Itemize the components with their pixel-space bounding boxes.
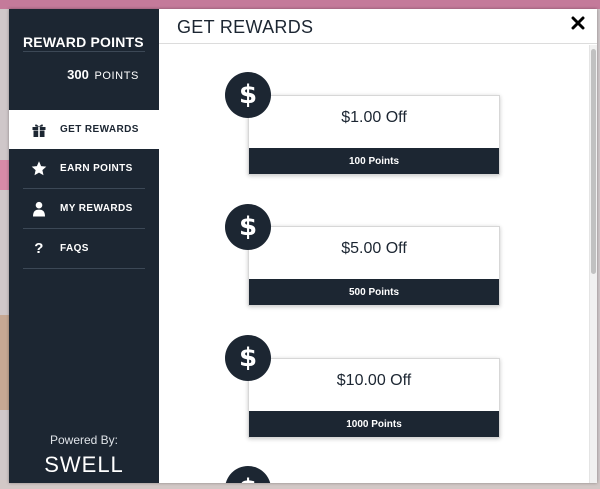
dollar-icon: $ (225, 466, 271, 483)
sidebar-item-label: GET REWARDS (60, 124, 139, 135)
sidebar-item-earn-points[interactable]: EARN POINTS (9, 149, 159, 188)
rewards-modal: REWARD POINTS 300 POINTS GET REWARDS EAR… (9, 9, 597, 483)
background-topbar (0, 0, 600, 9)
page-title: GET REWARDS (177, 17, 314, 37)
reward-card[interactable]: $5.00 Off 500 Points (248, 226, 500, 306)
rewards-list: $1.00 Off 100 Points $ $5.00 Off 500 Poi… (159, 45, 589, 483)
sidebar: REWARD POINTS 300 POINTS GET REWARDS EAR… (9, 9, 159, 483)
sidebar-divider (23, 51, 145, 52)
points-balance: 300 POINTS (67, 67, 139, 82)
reward-cost: 500 Points (249, 279, 499, 305)
background-banner (0, 160, 9, 190)
points-value: 300 (67, 67, 89, 82)
dollar-icon: $ (225, 204, 271, 250)
scroll-thumb[interactable] (591, 49, 596, 274)
reward-amount: $5.00 Off (341, 240, 407, 257)
sidebar-item-get-rewards[interactable]: GET REWARDS (9, 110, 159, 149)
star-icon (31, 161, 47, 177)
reward-card[interactable]: $10.00 Off 1000 Points (248, 358, 500, 438)
reward-cost: 100 Points (249, 148, 499, 174)
scrollbar[interactable] (589, 45, 597, 483)
reward-cost: 1000 Points (249, 411, 499, 437)
dollar-icon: $ (225, 72, 271, 118)
powered-by-label: Powered By: (49, 433, 119, 447)
background-image (0, 315, 9, 410)
reward-amount: $10.00 Off (336, 372, 412, 389)
sidebar-item-label: EARN POINTS (60, 163, 133, 174)
reward-amount: $1.00 Off (341, 109, 407, 126)
close-icon (571, 16, 585, 35)
gift-icon (31, 122, 47, 138)
brand-logo[interactable]: SWELL (9, 452, 159, 478)
main-header: GET REWARDS (159, 9, 597, 44)
sidebar-title: REWARD POINTS (23, 34, 144, 50)
points-unit: POINTS (94, 70, 139, 82)
question-icon: ? (34, 240, 44, 257)
sidebar-item-label: MY REWARDS (60, 203, 133, 214)
sidebar-item-my-rewards[interactable]: MY REWARDS (9, 189, 159, 228)
sidebar-item-label: FAQS (60, 243, 89, 254)
close-button[interactable] (568, 15, 588, 35)
user-icon (31, 201, 47, 217)
sidebar-item-faqs[interactable]: ? FAQS (9, 229, 159, 268)
dollar-icon: $ (225, 335, 271, 381)
reward-card[interactable]: $1.00 Off 100 Points (248, 95, 500, 175)
sidebar-divider (23, 268, 145, 269)
